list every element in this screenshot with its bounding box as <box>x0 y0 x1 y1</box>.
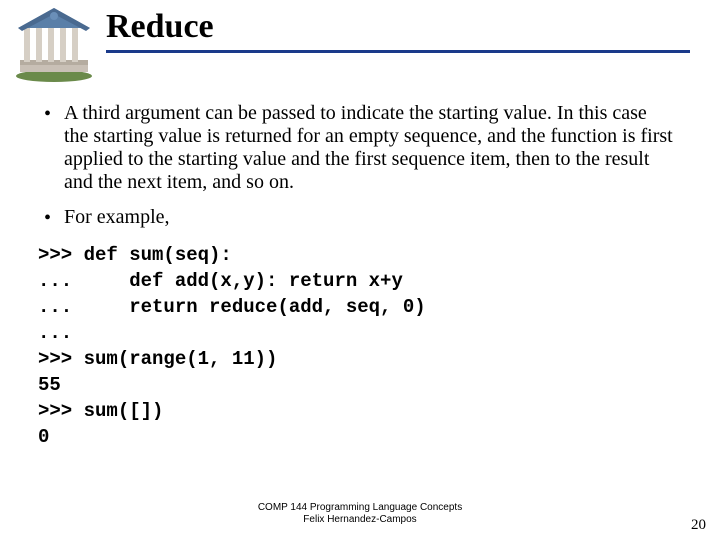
title-block: Reduce <box>98 6 720 53</box>
page-number: 20 <box>691 517 706 534</box>
slide-header: Reduce <box>0 0 720 84</box>
logo-old-well-icon <box>10 6 98 84</box>
slide-content: • A third argument can be passed to indi… <box>0 84 720 450</box>
footer-course: COMP 144 Programming Language Concepts <box>0 502 720 514</box>
slide-footer: COMP 144 Programming Language Concepts F… <box>0 502 720 526</box>
bullet-text: A third argument can be passed to indica… <box>64 102 676 194</box>
bullet-dot-icon: • <box>44 206 64 230</box>
slide-title: Reduce <box>106 8 720 46</box>
bullet-dot-icon: • <box>44 102 64 126</box>
code-example: >>> def sum(seq): ... def add(x,y): retu… <box>38 242 676 450</box>
bullet-item: • A third argument can be passed to indi… <box>44 102 676 194</box>
bullet-text: For example, <box>64 206 170 229</box>
footer-author: Felix Hernandez-Campos <box>0 514 720 526</box>
title-underline <box>106 50 690 53</box>
bullet-item: • For example, <box>44 206 676 230</box>
